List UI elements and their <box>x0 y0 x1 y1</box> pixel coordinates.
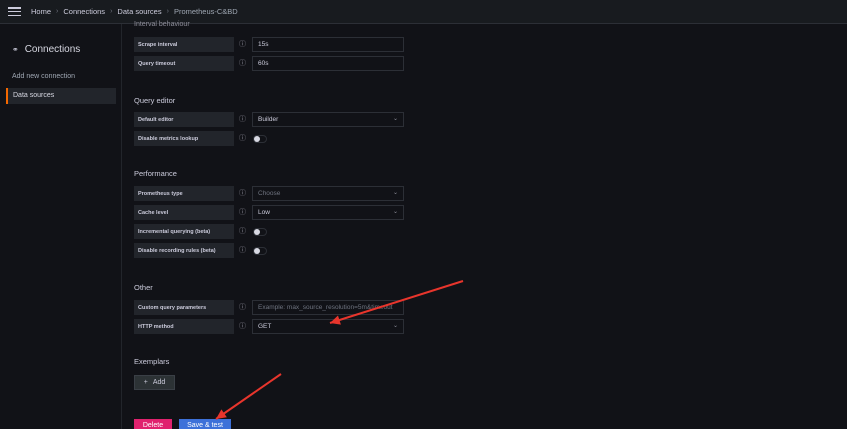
disable-metrics-lookup-label: Disable metrics lookup <box>134 131 234 146</box>
add-exemplar-label: Add <box>152 379 166 386</box>
scrape-interval-label: Scrape interval <box>134 37 234 52</box>
prometheus-type-select[interactable]: Choose ⌄ <box>252 186 404 201</box>
sidebar-item-data-sources[interactable]: Data sources <box>6 88 116 104</box>
section-title-exemplars: Exemplars <box>134 357 170 366</box>
section-title-performance: Performance <box>134 169 177 178</box>
breadcrumb-home[interactable]: Home <box>31 7 51 16</box>
section-title-other: Other <box>134 283 153 292</box>
chevron-down-icon: ⌄ <box>392 209 398 215</box>
http-method-label: HTTP method <box>134 319 234 334</box>
menu-icon[interactable] <box>8 7 21 16</box>
breadcrumb-separator-icon: › <box>56 8 59 15</box>
query-timeout-label: Query timeout <box>134 56 234 71</box>
section-title-interval: Interval behaviour <box>134 21 190 28</box>
http-method-select[interactable]: GET ⌄ <box>252 319 404 334</box>
breadcrumb-separator-icon: › <box>166 8 169 15</box>
info-icon[interactable]: ⓘ <box>236 224 249 239</box>
info-icon[interactable]: ⓘ <box>236 56 249 71</box>
toggle-knob <box>254 229 260 235</box>
chevron-down-icon: ⌄ <box>392 190 398 196</box>
sidebar-item-add-new-connection[interactable]: Add new connection <box>12 73 75 80</box>
section-title-query-editor: Query editor <box>134 96 176 105</box>
sidebar-title-label: Connections <box>24 44 81 55</box>
chevron-down-icon: ⌄ <box>392 116 398 122</box>
custom-query-parameters-label: Custom query parameters <box>134 300 234 315</box>
breadcrumb-current: Prometheus-C&BD <box>173 7 238 16</box>
info-icon[interactable]: ⓘ <box>236 186 249 201</box>
info-icon[interactable]: ⓘ <box>236 205 249 220</box>
http-method-value: GET <box>258 323 272 330</box>
prometheus-type-label: Prometheus type <box>134 186 234 201</box>
cache-level-value: Low <box>258 209 270 216</box>
info-icon[interactable]: ⓘ <box>236 300 249 315</box>
scrape-interval-input[interactable]: 15s <box>252 37 404 52</box>
cache-level-label: Cache level <box>134 205 234 220</box>
toggle-knob <box>254 136 260 142</box>
info-icon[interactable]: ⓘ <box>236 131 249 146</box>
add-exemplar-button[interactable]: + Add <box>134 375 175 390</box>
prometheus-type-placeholder: Choose <box>258 190 281 197</box>
default-editor-value: Builder <box>258 116 279 123</box>
chevron-down-icon: ⌄ <box>392 323 398 329</box>
custom-query-parameters-input[interactable]: Example: max_source_resolution=5m&timeou… <box>252 300 404 315</box>
query-timeout-input[interactable]: 60s <box>252 56 404 71</box>
sidebar: ⚭ Connections Add new connection Data so… <box>0 24 122 429</box>
settings-form: Interval behaviour Scrape interval ⓘ 15s… <box>123 21 847 429</box>
disable-recording-rules-toggle[interactable] <box>253 247 267 255</box>
breadcrumb-separator-icon: › <box>110 8 113 15</box>
disable-recording-rules-label: Disable recording rules (beta) <box>134 243 234 258</box>
default-editor-select[interactable]: Builder ⌄ <box>252 112 404 127</box>
incremental-querying-label: Incremental querying (beta) <box>134 224 234 239</box>
breadcrumb-data-sources[interactable]: Data sources <box>117 7 161 16</box>
breadcrumb-connections[interactable]: Connections <box>63 7 105 16</box>
sidebar-title: ⚭ Connections <box>12 44 80 55</box>
cache-level-select[interactable]: Low ⌄ <box>252 205 404 220</box>
plus-icon: + <box>143 379 148 386</box>
incremental-querying-toggle[interactable] <box>253 228 267 236</box>
delete-button[interactable]: Delete <box>134 419 172 429</box>
disable-metrics-lookup-toggle[interactable] <box>253 135 267 143</box>
save-and-test-button[interactable]: Save & test <box>179 419 231 429</box>
info-icon[interactable]: ⓘ <box>236 319 249 334</box>
info-icon[interactable]: ⓘ <box>236 243 249 258</box>
info-icon[interactable]: ⓘ <box>236 37 249 52</box>
default-editor-label: Default editor <box>134 112 234 127</box>
top-bar: Home › Connections › Data sources › Prom… <box>0 0 847 24</box>
toggle-knob <box>254 248 260 254</box>
connections-icon: ⚭ <box>12 45 19 54</box>
info-icon[interactable]: ⓘ <box>236 112 249 127</box>
